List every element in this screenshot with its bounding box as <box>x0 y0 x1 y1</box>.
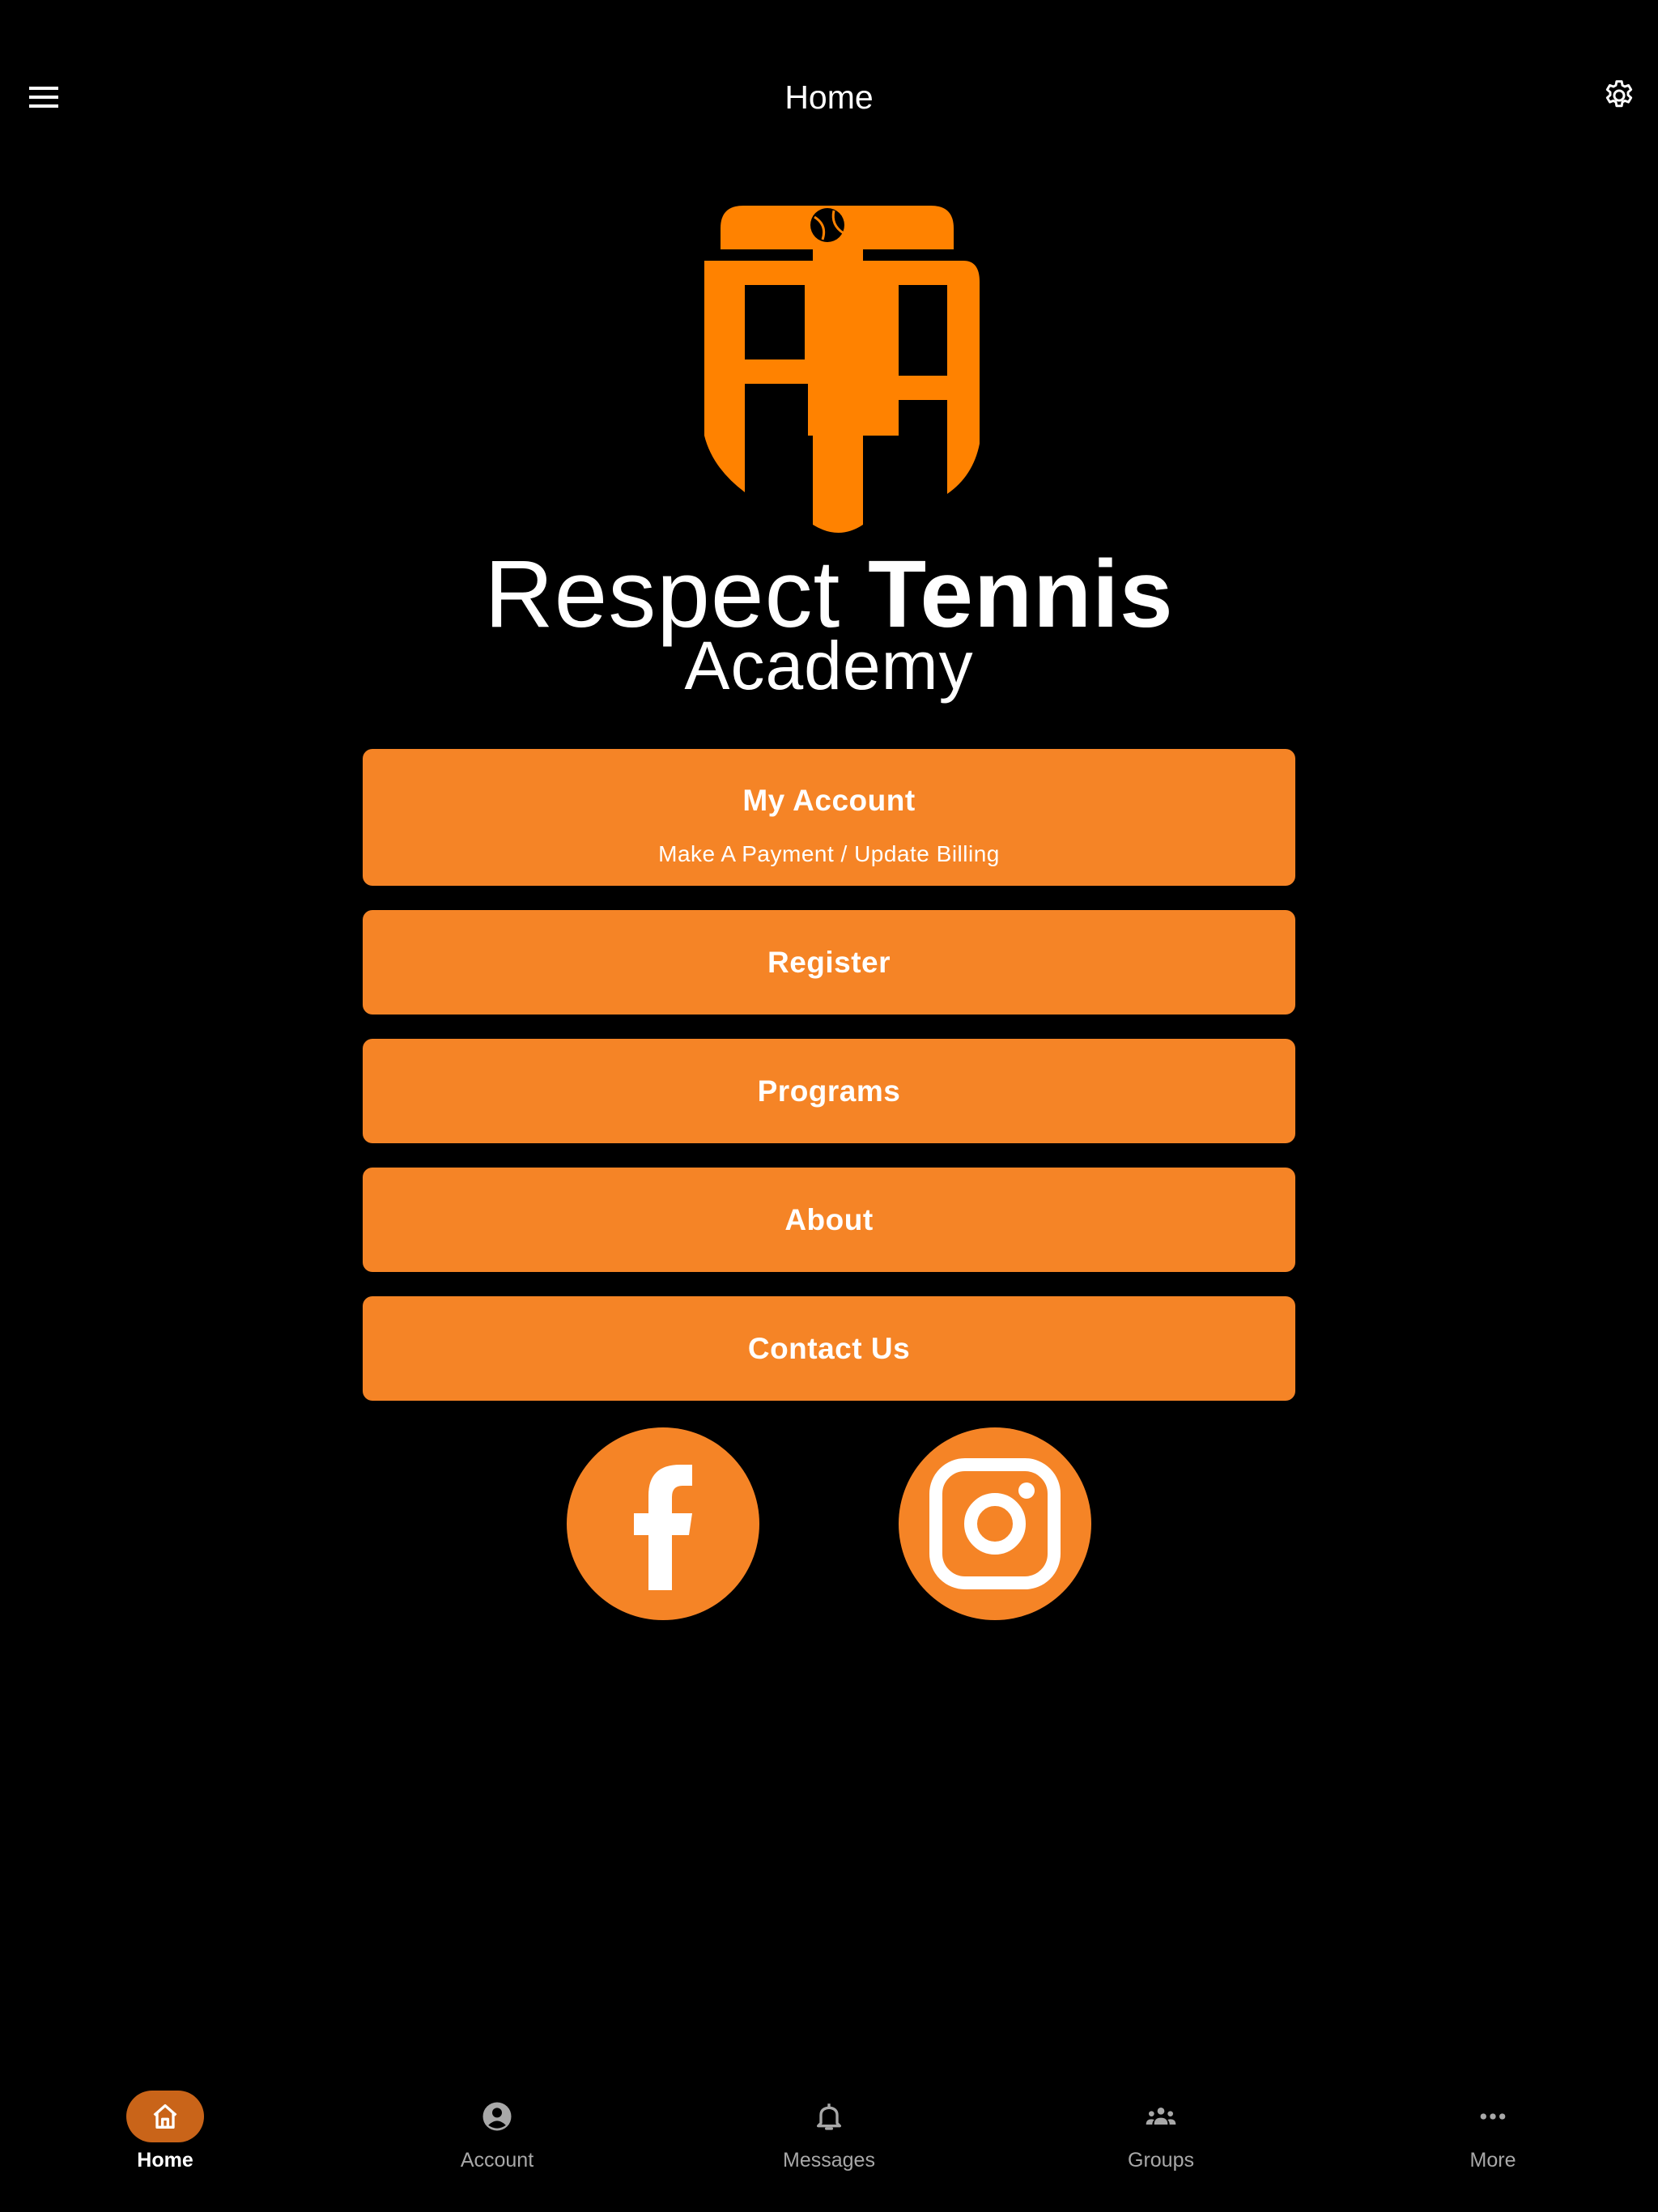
gear-icon[interactable] <box>1601 78 1637 113</box>
instagram-button[interactable] <box>899 1427 1091 1620</box>
my-account-button[interactable]: My Account Make A Payment / Update Billi… <box>363 749 1295 886</box>
facebook-button[interactable] <box>567 1427 759 1620</box>
my-account-label: My Account <box>742 784 916 817</box>
contact-us-button[interactable]: Contact Us <box>363 1296 1295 1401</box>
nav-label-messages: Messages <box>783 2149 875 2172</box>
page-title: Home <box>784 79 874 116</box>
groups-icon <box>1122 2091 1200 2142</box>
register-label: Register <box>767 946 891 979</box>
about-button[interactable]: About <box>363 1168 1295 1272</box>
top-app-bar: Home <box>0 0 1658 194</box>
nav-label-groups: Groups <box>1128 2149 1194 2172</box>
instagram-icon <box>929 1458 1061 1589</box>
my-account-sublabel: Make A Payment / Update Billing <box>658 841 1000 866</box>
programs-button[interactable]: Programs <box>363 1039 1295 1143</box>
programs-label: Programs <box>757 1074 901 1108</box>
bottom-navigation: Home Account Messages Groups More <box>0 2073 1658 2212</box>
bell-icon <box>790 2091 868 2142</box>
nav-item-more[interactable]: More <box>1371 2073 1614 2194</box>
rta-monogram <box>704 206 980 533</box>
nav-label-account: Account <box>460 2149 534 2172</box>
nav-label-more: More <box>1469 2149 1516 2172</box>
nav-label-home: Home <box>137 2149 193 2172</box>
more-dots-icon <box>1454 2091 1532 2142</box>
home-icon <box>126 2091 204 2142</box>
facebook-icon <box>634 1465 692 1590</box>
register-button[interactable]: Register <box>363 910 1295 1015</box>
nav-item-messages[interactable]: Messages <box>708 2073 950 2194</box>
nav-item-account[interactable]: Account <box>376 2073 619 2194</box>
nav-item-groups[interactable]: Groups <box>1039 2073 1282 2194</box>
contact-us-label: Contact Us <box>747 1332 911 1365</box>
about-label: About <box>784 1203 874 1236</box>
account-circle-icon <box>458 2091 536 2142</box>
logo-word-academy: Academy <box>684 627 974 704</box>
nav-item-home[interactable]: Home <box>44 2073 287 2194</box>
